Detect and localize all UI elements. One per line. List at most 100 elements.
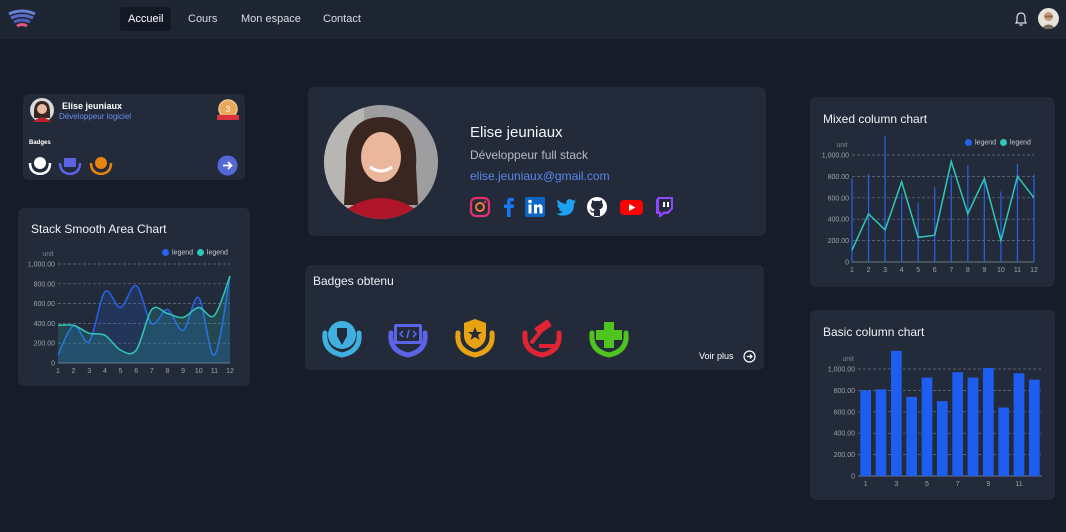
- ytick-0-2: 600.00: [34, 301, 56, 308]
- badges-title: Badges obtenu: [313, 274, 394, 288]
- ytick-2-5: 0: [851, 474, 855, 481]
- ytick-2-4: 200.00: [834, 452, 856, 459]
- mini-profile-card: Elise jeuniaux Développeur logiciel 3 Ba…: [23, 94, 245, 180]
- xtick-1-0: 1: [850, 267, 854, 274]
- bar-2-8: [982, 367, 994, 476]
- xtick-1-1: 2: [867, 267, 871, 274]
- mini-badge-basketball-orange-icon[interactable]: [89, 157, 113, 175]
- ytick-1-0: 1,000.00: [822, 153, 849, 160]
- twitch-icon[interactable]: [653, 196, 675, 218]
- bar-2-11: [1028, 379, 1040, 476]
- xtick-1-8: 9: [982, 267, 986, 274]
- ytick-2-2: 600.00: [834, 409, 856, 416]
- xtick-0-9: 10: [195, 368, 203, 375]
- profile-email[interactable]: elise.jeuniaux@gmail.com: [470, 169, 610, 183]
- linkedin-icon[interactable]: [524, 196, 546, 218]
- gavel-icon[interactable]: [515, 311, 569, 359]
- mini-badge-code-icon[interactable]: [58, 158, 82, 175]
- xtick-0-1: 2: [72, 368, 76, 375]
- xtick-1-4: 5: [916, 267, 920, 274]
- mixed-chart-card: Mixed column chart legend legend unit 1,0…: [810, 97, 1055, 287]
- ytick-1-1: 800.00: [828, 174, 850, 181]
- ytick-1-4: 200.00: [828, 238, 850, 245]
- ytick-1-2: 600.00: [828, 195, 850, 202]
- profile-name: Elise jeuniaux: [470, 124, 563, 141]
- ytick-1-5: 0: [845, 260, 849, 267]
- see-more-link[interactable]: Voir plus: [699, 351, 734, 361]
- badges-card: Badges obtenu Voir plus: [305, 265, 764, 370]
- bar-chart-svg: unit 1,000.00 800.00 600.00 400.00 200.00 0 1 3 5…: [828, 350, 1042, 488]
- xtick-1-5: 6: [933, 267, 937, 274]
- plus-icon[interactable]: [582, 311, 636, 359]
- pen-nib-icon[interactable]: [315, 311, 369, 359]
- xtick-1-11: 12: [1030, 267, 1038, 274]
- xtick-0-7: 8: [166, 368, 170, 375]
- mini-profile-name: Elise jeuniaux: [62, 101, 123, 111]
- facebook-icon[interactable]: [498, 196, 520, 218]
- ytick-2-0: 1,000.00: [828, 367, 855, 374]
- bar-2-10: [1013, 373, 1025, 476]
- xtick-0-0: 1: [56, 368, 60, 375]
- profile-role: Développeur full stack: [470, 148, 589, 162]
- xtick-0-2: 3: [87, 368, 91, 375]
- nav-contact[interactable]: Contact: [315, 7, 369, 31]
- bar-2-9: [998, 407, 1010, 476]
- instagram-icon[interactable]: [469, 196, 491, 218]
- ytick-0-5: 0: [51, 361, 55, 368]
- bar-2-5: [936, 401, 948, 476]
- xtick-2-3: 7: [956, 481, 960, 488]
- youtube-icon[interactable]: [619, 196, 644, 218]
- star-shield-icon[interactable]: [448, 311, 502, 359]
- ytick-0-3: 400.00: [34, 321, 56, 328]
- xtick-0-5: 6: [134, 368, 138, 375]
- xtick-1-2: 3: [883, 267, 887, 274]
- xtick-2-1: 3: [894, 481, 898, 488]
- xtick-1-3: 4: [900, 267, 904, 274]
- area-chart-card: Stack Smooth Area Chart legend legend un…: [18, 208, 250, 386]
- nav-accueil[interactable]: Accueil: [120, 7, 172, 31]
- xtick-0-11: 12: [226, 368, 234, 375]
- ytick-2-1: 800.00: [834, 388, 856, 395]
- bar-chart-card: Basic column chart unit 1,000.00 800.00 600…: [810, 310, 1055, 500]
- rank-number: 3: [226, 105, 231, 114]
- unit-label-2: unit: [842, 356, 853, 363]
- bar-2-2: [890, 350, 902, 476]
- arrow-circle-right-icon[interactable]: [743, 350, 756, 363]
- xtick-2-0: 1: [864, 481, 868, 488]
- xtick-0-8: 9: [181, 368, 185, 375]
- xtick-1-6: 7: [949, 267, 953, 274]
- user-avatar[interactable]: [1038, 8, 1059, 29]
- bar-2-6: [952, 372, 964, 476]
- top-nav: Accueil Cours Mon espace Contact: [0, 0, 1066, 39]
- nav-mon-espace[interactable]: Mon espace: [233, 7, 309, 31]
- nav-cours[interactable]: Cours: [180, 7, 225, 31]
- ytick-2-3: 400.00: [834, 431, 856, 438]
- unit-label-1: unit: [836, 142, 847, 149]
- xtick-1-10: 11: [1014, 267, 1021, 274]
- bar-2-4: [921, 377, 933, 476]
- xtick-2-5: 11: [1015, 481, 1022, 488]
- xtick-1-7: 8: [966, 267, 970, 274]
- mixed-chart-svg: unit1,000.00800.00600.00400.00200.0001 2 3…: [822, 135, 1038, 274]
- bar-2-1: [875, 389, 887, 476]
- bell-icon[interactable]: [1013, 11, 1029, 27]
- twitter-icon[interactable]: [555, 196, 577, 218]
- ytick-0-4: 200.00: [34, 341, 56, 348]
- arrow-right-icon[interactable]: [217, 155, 238, 176]
- profile-photo: [324, 105, 438, 219]
- mini-badge-row: [28, 157, 113, 175]
- xtick-1-9: 10: [997, 267, 1005, 274]
- series-line-1-1: [851, 158, 1035, 251]
- bar-2-3: [906, 396, 918, 476]
- xtick-0-10: 11: [211, 368, 218, 375]
- xtick-0-4: 5: [119, 368, 123, 375]
- ytick-0-1: 800.00: [34, 281, 56, 288]
- unit-label-0: unit: [42, 251, 53, 258]
- bar-2-7: [967, 377, 979, 476]
- mini-badge-basketball-white-icon[interactable]: [28, 157, 52, 175]
- logo-icon[interactable]: [7, 8, 37, 30]
- github-icon[interactable]: [586, 196, 608, 218]
- code-icon[interactable]: [381, 311, 435, 359]
- profile-card: Elise jeuniaux Développeur full stack el…: [308, 87, 766, 236]
- xtick-0-3: 4: [103, 368, 107, 375]
